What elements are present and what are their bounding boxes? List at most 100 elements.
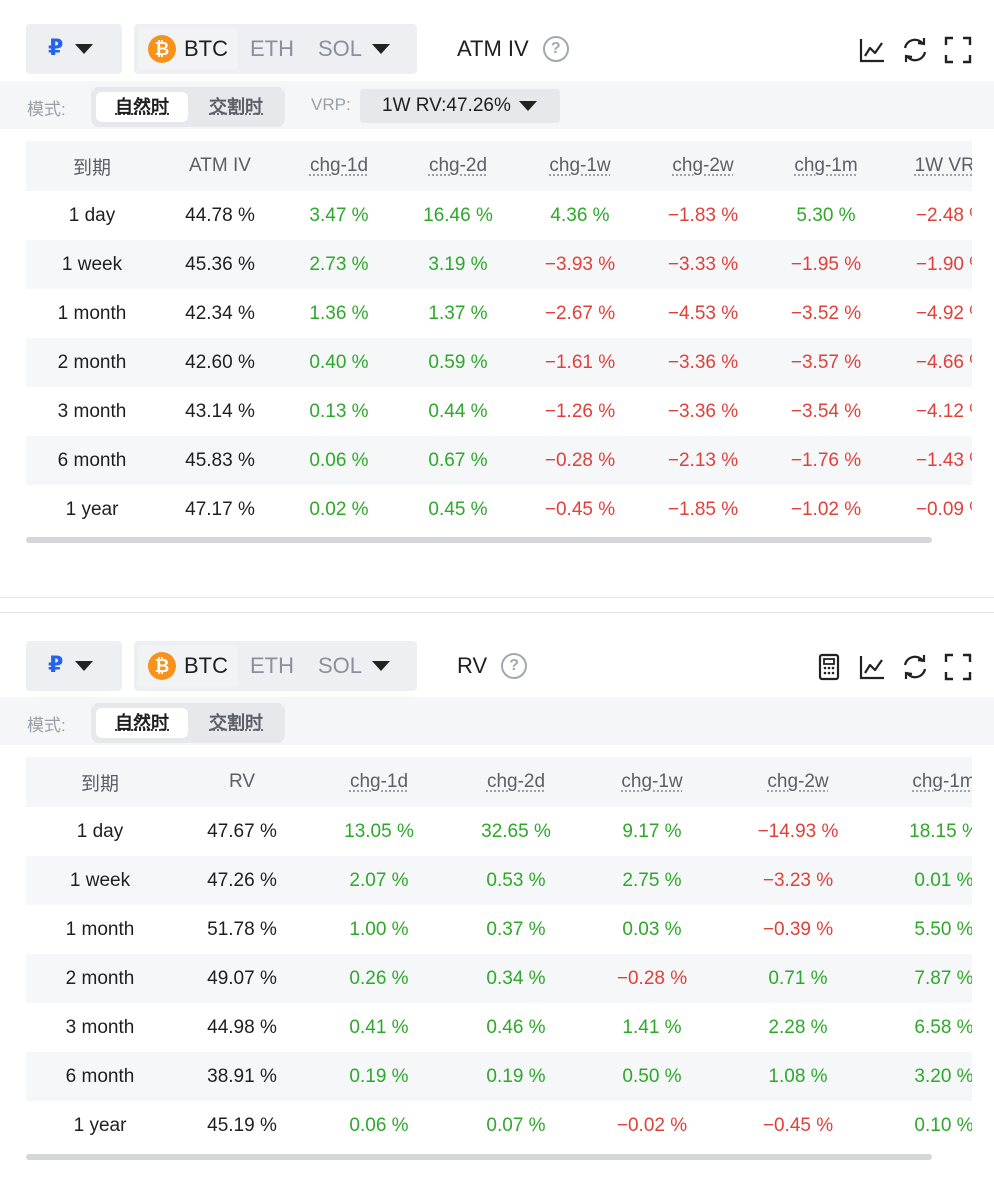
vrp-select[interactable]: 1W RV:47.26% [360,89,560,123]
column-header[interactable]: chg-1w [582,757,722,807]
rv-coin-sol[interactable]: SOL [306,653,368,679]
table-cell: 18.15 % [909,820,972,842]
fullscreen-icon[interactable] [944,653,972,681]
table-cell: 0.45 % [428,498,488,520]
column-header[interactable]: chg-1w [510,141,650,191]
table-cell: 32.65 % [481,820,551,842]
rv-mode-bar: 模式: 自然时 交割时 [0,697,994,745]
table-cell: 6.58 % [914,1016,972,1038]
rv-mode-expiry[interactable]: 交割时 [191,708,281,738]
table-cell: 1.08 % [768,1065,828,1087]
exchange-logo-icon: ₽ [48,36,64,61]
table-cell: 0.67 % [428,449,488,471]
iv-coin-eth[interactable]: ETH [238,36,306,62]
table-cell: 1 day [76,820,124,842]
table-cell: 47.67 % [207,820,277,842]
column-header[interactable]: chg-2w [633,141,773,191]
chart-line-icon[interactable] [858,653,886,681]
column-header[interactable]: chg-2d [446,757,586,807]
table-header-row: 到期 RV chg-1d chg-2d chg-1w chg-2w chg-1m [26,757,972,807]
iv-mode-expiry[interactable]: 交割时 [191,92,281,122]
table-cell: 3.19 % [428,253,488,275]
help-icon[interactable]: ? [542,36,569,62]
table-cell: −4.66 % [915,351,972,373]
iv-mode-bar: 模式: 自然时 交割时 VRP: 1W RV:47.26% [0,81,994,129]
table-cell: 2.28 % [768,1016,828,1038]
table-cell: −1.90 % [915,253,972,275]
table-cell: 0.46 % [486,1016,546,1038]
vrp-value: 1W RV:47.26% [382,95,511,116]
table-cell: −0.09 % [915,498,972,520]
table-cell: 9.17 % [622,820,682,842]
table-cell: −2.13 % [667,449,739,471]
table-cell: 4.36 % [550,204,610,226]
column-header[interactable]: chg-2d [388,141,528,191]
table-cell: 16.46 % [423,204,493,226]
table-cell: −1.76 % [790,449,862,471]
chart-line-icon[interactable] [858,36,886,64]
table-cell: 45.19 % [207,1114,277,1136]
table-cell: −4.92 % [915,302,972,324]
table-cell: 1.41 % [622,1016,682,1038]
table-row: 3 month 44.98 % 0.41 % 0.46 % 1.41 % 2.28 % 6.… [26,1003,972,1052]
chevron-down-icon[interactable] [372,44,391,54]
table-cell: 0.59 % [428,351,488,373]
rv-coin-btc[interactable]: ₿ BTC [138,645,238,687]
table-cell: 0.19 % [349,1065,409,1087]
column-header[interactable]: chg-2w [728,757,868,807]
calculator-icon[interactable] [815,653,843,681]
table-cell: 47.26 % [207,869,277,891]
column-header: 到期 [72,157,111,179]
column-header[interactable]: chg-1d [309,757,449,807]
atm-iv-panel: ₽ ₿ BTC ETH SOL ATM IV ? 模式: 自然时 交割时 VRP… [0,0,994,598]
btc-icon: ₿ [148,652,176,680]
fullscreen-icon[interactable] [944,36,972,64]
help-icon[interactable]: ? [501,653,528,679]
refresh-icon[interactable] [901,653,929,681]
rv-panel: ₽ ₿ BTC ETH SOL RV ? 模式: 自然时 交割时 到期 RV c… [0,612,994,1200]
iv-coin-sol[interactable]: SOL [306,36,368,62]
rv-horizontal-scrollbar[interactable] [26,1154,932,1160]
table-cell: −1.61 % [544,351,616,373]
table-row: 6 month 38.91 % 0.19 % 0.19 % 0.50 % 1.08 % 3.… [26,1052,972,1101]
iv-horizontal-scrollbar[interactable] [26,537,932,543]
rv-mode-label: 模式: [27,716,66,735]
table-cell: 0.01 % [914,869,972,891]
table-cell: −14.93 % [757,820,839,842]
table-cell: 3 month [57,400,127,422]
table-cell: 0.41 % [349,1016,409,1038]
iv-coin-btc[interactable]: ₿ BTC [138,28,238,70]
table-cell: 0.07 % [486,1114,546,1136]
table-cell: 0.03 % [622,918,682,940]
table-cell: −1.85 % [667,498,739,520]
table-cell: −3.57 % [790,351,862,373]
table-cell: 1 month [57,302,127,324]
column-header[interactable]: chg-1m [874,757,972,807]
table-cell: −0.45 % [544,498,616,520]
column-header: 到期 [80,773,119,795]
column-header[interactable]: 1W VRP [881,141,972,191]
column-header: RV [228,771,256,792]
table-row: 3 month 43.14 % 0.13 % 0.44 % −1.26 % −3.36 %… [26,387,972,436]
table-cell: 0.26 % [349,967,409,989]
table-cell: 2.75 % [622,869,682,891]
table-cell: −3.33 % [667,253,739,275]
iv-exchange-select[interactable]: ₽ [26,24,122,74]
refresh-icon[interactable] [901,36,929,64]
table-row: 2 month 42.60 % 0.40 % 0.59 % −1.61 % −3.36 %… [26,338,972,387]
rv-title-text: RV [457,653,488,678]
table-cell: 1 year [65,498,119,520]
rv-exchange-select[interactable]: ₽ [26,641,122,691]
table-cell: 1 day [68,204,116,226]
iv-toolbar: ₽ ₿ BTC ETH SOL ATM IV ? [0,0,994,80]
table-row: 2 month 49.07 % 0.26 % 0.34 % −0.28 % 0.71 % 7… [26,954,972,1003]
iv-mode-natural[interactable]: 自然时 [96,92,188,122]
table-cell: −0.39 % [762,918,834,940]
table-cell: 6 month [65,1065,135,1087]
rv-coin-eth[interactable]: ETH [238,653,306,679]
column-header[interactable]: chg-1m [756,141,896,191]
chevron-down-icon[interactable] [372,661,391,671]
rv-coin-selector: ₿ BTC ETH SOL [134,641,417,691]
table-row: 1 day 47.67 % 13.05 % 32.65 % 9.17 % −14.93 %… [26,807,972,856]
rv-mode-natural[interactable]: 自然时 [96,708,188,738]
